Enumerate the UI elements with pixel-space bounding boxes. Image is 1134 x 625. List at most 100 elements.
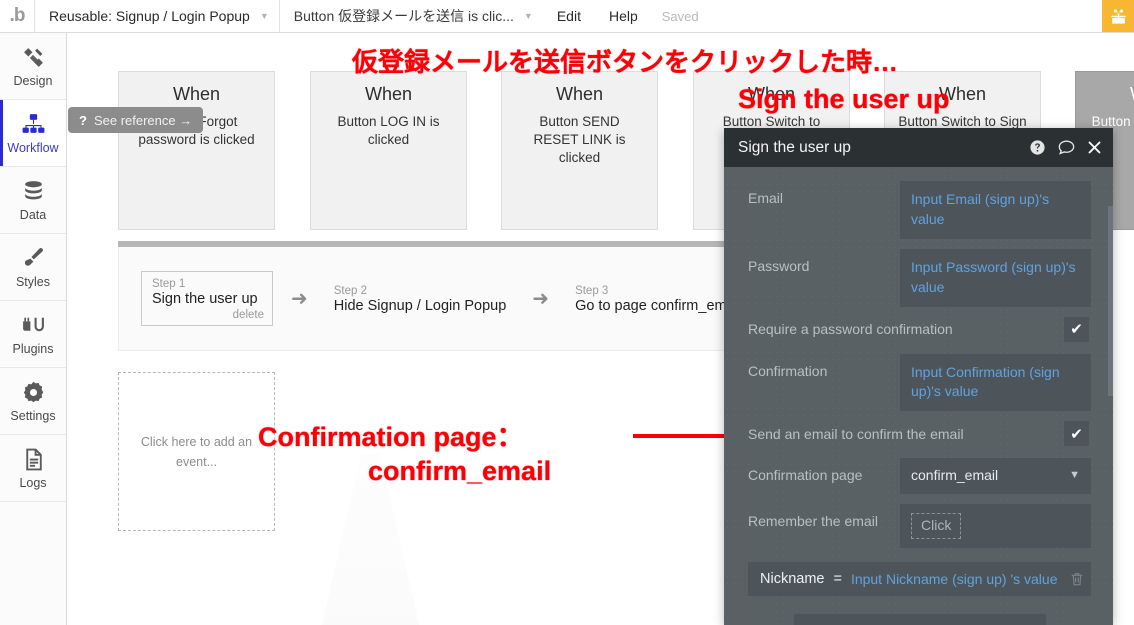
menu-help[interactable]: Help [595,0,652,33]
row-confirmation-page: Confirmation page confirm_email ▼ [748,458,1091,495]
dialog-body: Email Input Email (sign up)'s value Pass… [724,167,1113,625]
sidebar-item-logs[interactable]: Logs [0,435,66,502]
annotation-confirmation-page: Confirmation page： [258,422,524,452]
sidebar-item-label: Settings [10,408,56,423]
row-label: Confirmation page [748,467,863,484]
add-event-label: Click here to add an event... [140,434,253,469]
settings-icon [21,380,46,406]
step-2-hide-popup[interactable]: Step 2 Hide Signup / Login Popup [324,279,515,318]
event-card-forgot-password[interactable]: When Button Forgot password is clicked [118,71,275,230]
plugins-icon [21,313,46,339]
sidebar-item-label: Design [13,73,53,88]
annotation-top: 仮登録メールを送信ボタンをクリックした時… [352,47,899,77]
send-email-checkbox[interactable]: ✔ [1064,421,1089,447]
trash-icon[interactable] [1069,571,1085,587]
design-icon [21,45,46,71]
step-name: Sign the user up [152,291,258,307]
row-label: Confirmation [748,362,828,379]
custom-field-row-nickname[interactable]: Nickname = Input Nickname (sign up) 's v… [748,562,1091,597]
sidebar-item-label: Styles [15,274,51,289]
sidebar-item-workflow[interactable]: Workflow [0,100,66,167]
event-card-send-reset-link[interactable]: When Button SEND RESET LINK is clicked [501,71,658,230]
workflow-event-selector-label: Button 仮登録メールを送信 is clic... [293,8,514,24]
step-delete-link[interactable]: delete [152,309,264,321]
styles-icon [21,246,46,272]
step-name: Go to page confirm_email [575,298,742,314]
logs-icon [21,447,46,473]
custom-field-value[interactable]: Input Nickname (sign up) 's value [851,571,1069,587]
row-password: Password Input Password (sign up)'s valu… [748,248,1091,307]
sidebar-item-data[interactable]: Data [0,167,66,234]
event-card-title: When [1089,84,1134,105]
step-name: Hide Signup / Login Popup [333,298,507,314]
annotation-confirm-email: confirm_email [368,456,552,486]
question-mark-icon: ? [79,112,87,128]
change-another-field-button[interactable]: + Change another field [793,614,1046,625]
left-sidebar: Design Workflow Data Styles Plugins Sett… [0,33,67,625]
sidebar-item-design[interactable]: Design [0,33,66,100]
gift-icon[interactable] [1102,0,1134,32]
row-label: Remember the email [748,513,878,530]
require-confirmation-checkbox[interactable]: ✔ [1064,316,1089,342]
sidebar-item-label: Workflow [7,140,59,155]
data-icon [21,179,46,205]
annotation-sign-the-user-up: Sign the user up [738,84,950,114]
dialog-header: Sign the user up [724,128,1113,167]
close-icon[interactable] [1087,140,1102,155]
dialog-scrollbar[interactable] [1108,206,1113,396]
row-confirmation: Confirmation Input Confirmation (sign up… [748,353,1091,412]
bubble-editor-window: .b Reusable: Signup / Login Popup ▼ Butt… [0,0,1134,625]
top-toolbar: .b Reusable: Signup / Login Popup ▼ Butt… [0,0,1134,33]
event-card-title: When [555,84,604,104]
event-card-log-in[interactable]: When Button LOG IN is clicked [310,71,467,230]
step-label: Step 3 [575,285,609,297]
row-label: Email [748,190,784,206]
sidebar-item-label: Data [19,207,47,222]
app-page-selector[interactable]: Reusable: Signup / Login Popup ▼ [35,0,279,33]
dialog-title: Sign the user up [738,138,851,156]
password-value-input[interactable]: Input Password (sign up)'s value [900,248,1091,307]
row-remember-the-email: Remember the email Click [748,504,1091,549]
workflow-icon [21,112,46,138]
remember-email-placeholder: Click [911,513,962,540]
annotation-pointer-line [633,434,736,438]
sidebar-item-label: Logs [19,475,47,490]
chevron-down-icon: ▼ [523,11,533,21]
see-reference-label: See reference → [93,112,193,128]
confirmation-page-dropdown[interactable]: confirm_email ▼ [900,458,1091,495]
row-send-confirmation-email[interactable]: Send an email to confirm the email ✔ [748,421,1091,447]
row-require-password-confirmation[interactable]: Require a password confirmation ✔ [748,316,1091,342]
arrow-right-icon: ➜ [291,288,308,310]
confirmation-page-value: confirm_email [911,467,999,484]
step-1-sign-the-user-up[interactable]: Step 1 Sign the user up delete [141,271,273,326]
step-label: Step 2 [333,285,368,297]
see-reference-tooltip[interactable]: ? See reference → [68,107,204,133]
remember-email-input[interactable]: Click [900,504,1091,549]
help-circle-icon[interactable] [1029,139,1046,156]
step-label: Step 1 [152,278,186,290]
app-page-selector-label: Reusable: Signup / Login Popup [49,8,250,24]
event-card-title: When [364,84,413,104]
row-label: Require a password confirmation [748,321,953,337]
confirmation-value-input[interactable]: Input Confirmation (sign up)'s value [900,353,1091,412]
chevron-down-icon: ▼ [259,11,269,21]
sidebar-item-plugins[interactable]: Plugins [0,301,66,368]
save-status: Saved [661,8,699,24]
plus-icon: + [841,622,852,625]
row-label: Send an email to confirm the email [748,425,964,442]
sidebar-item-styles[interactable]: Styles [0,234,66,301]
custom-field-equals: = [833,571,842,588]
event-card-title: When [172,84,221,104]
sidebar-item-settings[interactable]: Settings [0,368,66,435]
event-card-subtitle: Button SEND RESET LINK is clicked [533,114,626,166]
action-properties-dialog: Sign the user up Email Input Email (sign… [724,128,1113,625]
row-label: Password [748,257,810,274]
workflow-event-selector[interactable]: Button 仮登録メールを送信 is clic... ▼ [280,0,543,33]
logo-bubble[interactable]: .b [0,0,34,32]
step-3-go-to-page[interactable]: Step 3 Go to page confirm_email [565,279,749,318]
custom-field-name: Nickname [760,571,825,588]
comment-icon[interactable] [1057,138,1076,157]
add-event-placeholder[interactable]: Click here to add an event... [118,372,275,531]
email-value-input[interactable]: Input Email (sign up)'s value [900,181,1091,239]
menu-edit[interactable]: Edit [543,0,595,33]
